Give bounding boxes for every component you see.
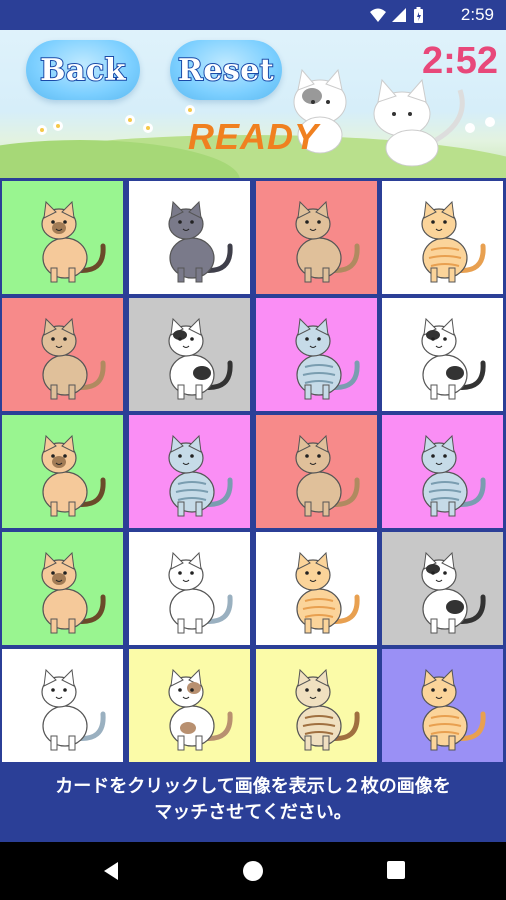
home-nav-icon[interactable] [242, 860, 264, 882]
instructions: カードをクリックして画像を表示し２枚の画像を マッチさせてください。 [0, 766, 506, 842]
card-tan[interactable] [256, 415, 377, 528]
cat-icon [167, 317, 233, 399]
card-tabby[interactable] [129, 415, 250, 528]
cat-icon [294, 551, 360, 633]
cat-icon [40, 317, 106, 399]
back-nav-icon[interactable] [100, 860, 122, 882]
back-button-label: Back [39, 52, 126, 89]
navigation-bar [0, 842, 506, 900]
card-longhair[interactable] [256, 649, 377, 762]
cat-icon [420, 434, 486, 516]
game-header: Back Reset 2:52 READY [0, 30, 506, 178]
card-orange[interactable] [256, 532, 377, 645]
instructions-line-1: カードをクリックして画像を表示し２枚の画像を [55, 776, 451, 797]
signal-icon [392, 8, 406, 22]
card-gray[interactable] [129, 181, 250, 294]
card-tan[interactable] [2, 298, 123, 411]
card-spotted[interactable] [129, 649, 250, 762]
cat-icon [420, 668, 486, 750]
status-bar: 2:59 [0, 0, 506, 30]
cat-icon [294, 434, 360, 516]
status-icons [370, 7, 423, 23]
cat-icon [167, 551, 233, 633]
cat-icon [420, 551, 486, 633]
cat-icon [294, 668, 360, 750]
card-calico[interactable] [382, 532, 503, 645]
card-persian[interactable] [2, 649, 123, 762]
wifi-icon [370, 8, 386, 22]
game-state-label: READY [188, 116, 320, 157]
cat-icon [167, 668, 233, 750]
reset-button[interactable]: Reset [170, 40, 282, 100]
instructions-line-2: マッチさせてください。 [154, 802, 352, 823]
status-time: 2:59 [460, 5, 494, 24]
cat-icon [420, 317, 486, 399]
cat-icon [40, 434, 106, 516]
card-siamese[interactable] [2, 181, 123, 294]
card-calico[interactable] [382, 298, 503, 411]
card-tabby[interactable] [382, 415, 503, 528]
cat-icon [167, 434, 233, 516]
card-tabby[interactable] [256, 298, 377, 411]
card-siamese[interactable] [2, 415, 123, 528]
cat-icon [294, 200, 360, 282]
card-siamese[interactable] [2, 532, 123, 645]
card-tan[interactable] [256, 181, 377, 294]
cat-icon [420, 200, 486, 282]
card-orange[interactable] [382, 649, 503, 762]
countdown-timer: 2:52 [421, 40, 498, 82]
card-calico[interactable] [129, 298, 250, 411]
back-button[interactable]: Back [26, 40, 140, 100]
card-orange[interactable] [382, 181, 503, 294]
reset-button-label: Reset [177, 52, 275, 89]
recents-nav-icon[interactable] [386, 860, 406, 880]
cat-icon [40, 668, 106, 750]
cat-icon [40, 200, 106, 282]
cat-icon [294, 317, 360, 399]
card-grid [0, 178, 506, 766]
cat-icon [167, 200, 233, 282]
battery-icon [414, 7, 423, 23]
cat-icon [40, 551, 106, 633]
card-persian[interactable] [129, 532, 250, 645]
